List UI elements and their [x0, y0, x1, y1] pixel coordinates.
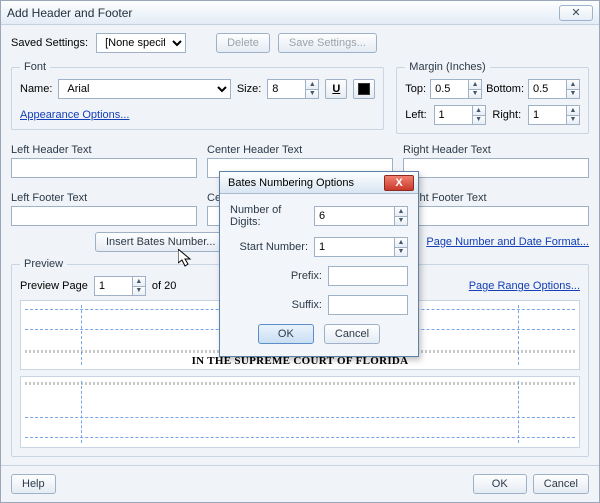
window-title: Add Header and Footer	[7, 6, 132, 20]
prefix-label: Prefix:	[291, 270, 322, 282]
margin-left-label: Left:	[405, 109, 426, 121]
right-header-input[interactable]	[403, 158, 589, 178]
appearance-options-link[interactable]: Appearance Options...	[20, 109, 129, 121]
titlebar: Add Header and Footer ✕	[1, 1, 599, 25]
modal-titlebar: Bates Numbering Options X	[220, 172, 418, 194]
save-settings-button[interactable]: Save Settings...	[278, 33, 377, 53]
ok-button[interactable]: OK	[473, 474, 527, 494]
margin-top-spinner[interactable]: ▲▼	[430, 79, 482, 99]
dialog-add-header-footer: Add Header and Footer ✕ Saved Settings: …	[0, 0, 600, 503]
delete-button[interactable]: Delete	[216, 33, 270, 53]
right-footer-input[interactable]	[403, 206, 589, 226]
right-footer-label: Right Footer Text	[403, 192, 589, 204]
help-button[interactable]: Help	[11, 474, 56, 494]
left-footer-input[interactable]	[11, 206, 197, 226]
bates-numbering-options-dialog: Bates Numbering Options X Number of Digi…	[219, 171, 419, 357]
preview-legend: Preview	[20, 258, 67, 270]
right-header-label: Right Header Text	[403, 144, 589, 156]
left-header-label: Left Header Text	[11, 144, 197, 156]
font-color-button[interactable]	[353, 79, 375, 99]
suffix-label: Suffix:	[292, 299, 322, 311]
close-icon: X	[395, 177, 402, 189]
preview-page-spinner[interactable]: ▲▼	[94, 276, 146, 296]
cancel-button[interactable]: Cancel	[533, 474, 589, 494]
start-number-spinner[interactable]: ▲▼	[314, 237, 408, 257]
prefix-input[interactable]	[328, 266, 408, 286]
left-footer-label: Left Footer Text	[11, 192, 197, 204]
page-number-date-format-link[interactable]: Page Number and Date Format...	[426, 236, 589, 248]
preview-page-label: Preview Page	[20, 280, 88, 292]
page-range-options-link[interactable]: Page Range Options...	[469, 280, 580, 292]
margin-group: Margin (Inches) Top: ▲▼ Bottom: ▲▼ Left:…	[396, 61, 589, 134]
margin-left-spinner[interactable]: ▲▼	[434, 105, 486, 125]
preview-of-label: of 20	[152, 280, 176, 292]
font-name-label: Name:	[20, 83, 52, 95]
center-header-label: Center Header Text	[207, 144, 393, 156]
margin-top-label: Top:	[405, 83, 426, 95]
modal-cancel-button[interactable]: Cancel	[324, 324, 380, 344]
modal-title: Bates Numbering Options	[228, 177, 354, 189]
insert-bates-number-button[interactable]: Insert Bates Number...	[95, 232, 226, 252]
chevron-down-icon[interactable]: ▼	[305, 89, 319, 100]
font-size-input[interactable]	[267, 79, 305, 99]
saved-settings-select[interactable]: [None specified]	[96, 33, 186, 53]
underline-button[interactable]: U	[325, 79, 347, 99]
start-number-label: Start Number:	[240, 241, 308, 253]
modal-close-button[interactable]: X	[384, 175, 414, 191]
margin-bottom-label: Bottom:	[486, 83, 524, 95]
close-icon: ✕	[571, 6, 580, 19]
num-digits-spinner[interactable]: ▲▼	[314, 206, 408, 226]
preview-footer-area	[20, 376, 580, 448]
modal-ok-button[interactable]: OK	[258, 324, 314, 344]
color-swatch-icon	[358, 83, 370, 95]
left-header-input[interactable]	[11, 158, 197, 178]
margin-right-label: Right:	[492, 109, 521, 121]
underline-icon: U	[332, 83, 340, 95]
font-name-select[interactable]: Arial	[58, 79, 230, 99]
chevron-up-icon[interactable]: ▲	[305, 79, 319, 89]
margin-legend: Margin (Inches)	[405, 61, 489, 73]
suffix-input[interactable]	[328, 295, 408, 315]
num-digits-label: Number of Digits:	[230, 204, 308, 228]
font-size-label: Size:	[237, 83, 261, 95]
font-group: Font Name: Arial Size: ▲▼ U	[11, 61, 384, 130]
saved-settings-label: Saved Settings:	[11, 37, 88, 49]
font-legend: Font	[20, 61, 50, 73]
margin-right-spinner[interactable]: ▲▼	[528, 105, 580, 125]
bottom-bar: Help OK Cancel	[1, 465, 599, 502]
window-close-button[interactable]: ✕	[559, 5, 593, 21]
font-size-spinner[interactable]: ▲▼	[267, 79, 319, 99]
margin-bottom-spinner[interactable]: ▲▼	[528, 79, 580, 99]
